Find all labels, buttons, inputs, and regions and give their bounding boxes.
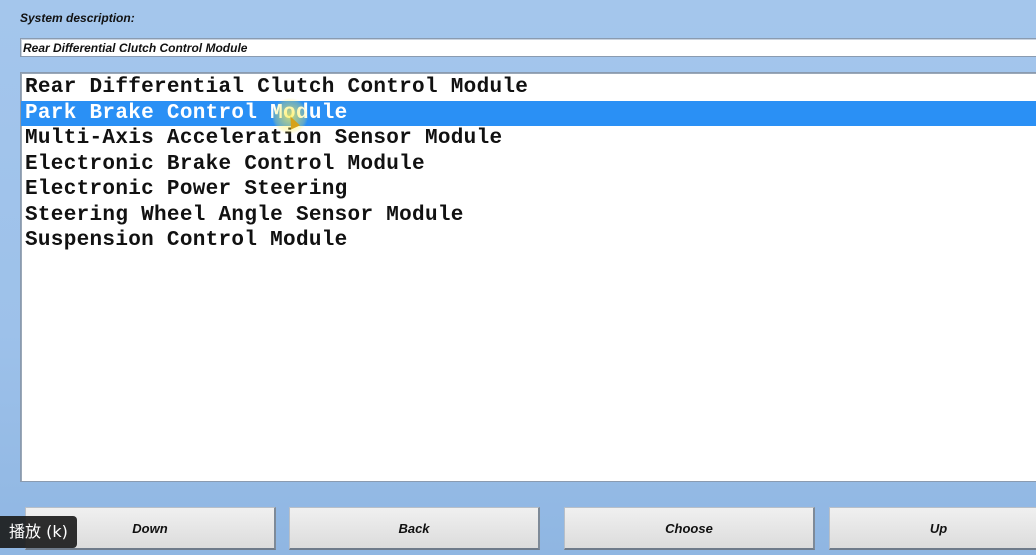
list-item[interactable]: Suspension Control Module xyxy=(21,228,1036,254)
list-item[interactable]: Electronic Brake Control Module xyxy=(21,152,1036,178)
module-listbox[interactable]: Rear Differential Clutch Control Module … xyxy=(20,72,1036,482)
choose-button[interactable]: Choose xyxy=(564,507,815,550)
up-button[interactable]: Up xyxy=(829,507,1036,550)
play-tooltip: 播放 (k) xyxy=(0,516,77,548)
system-description-label: System description: xyxy=(20,11,135,25)
list-item[interactable]: Rear Differential Clutch Control Module xyxy=(21,75,1036,101)
back-button[interactable]: Back xyxy=(289,507,540,550)
list-item[interactable]: Multi-Axis Acceleration Sensor Module xyxy=(21,126,1036,152)
list-item[interactable]: Steering Wheel Angle Sensor Module xyxy=(21,203,1036,229)
list-item-selected[interactable]: Park Brake Control Module xyxy=(21,100,1036,126)
system-description-field[interactable]: Rear Differential Clutch Control Module xyxy=(20,38,1036,57)
list-item[interactable]: Electronic Power Steering xyxy=(21,177,1036,203)
